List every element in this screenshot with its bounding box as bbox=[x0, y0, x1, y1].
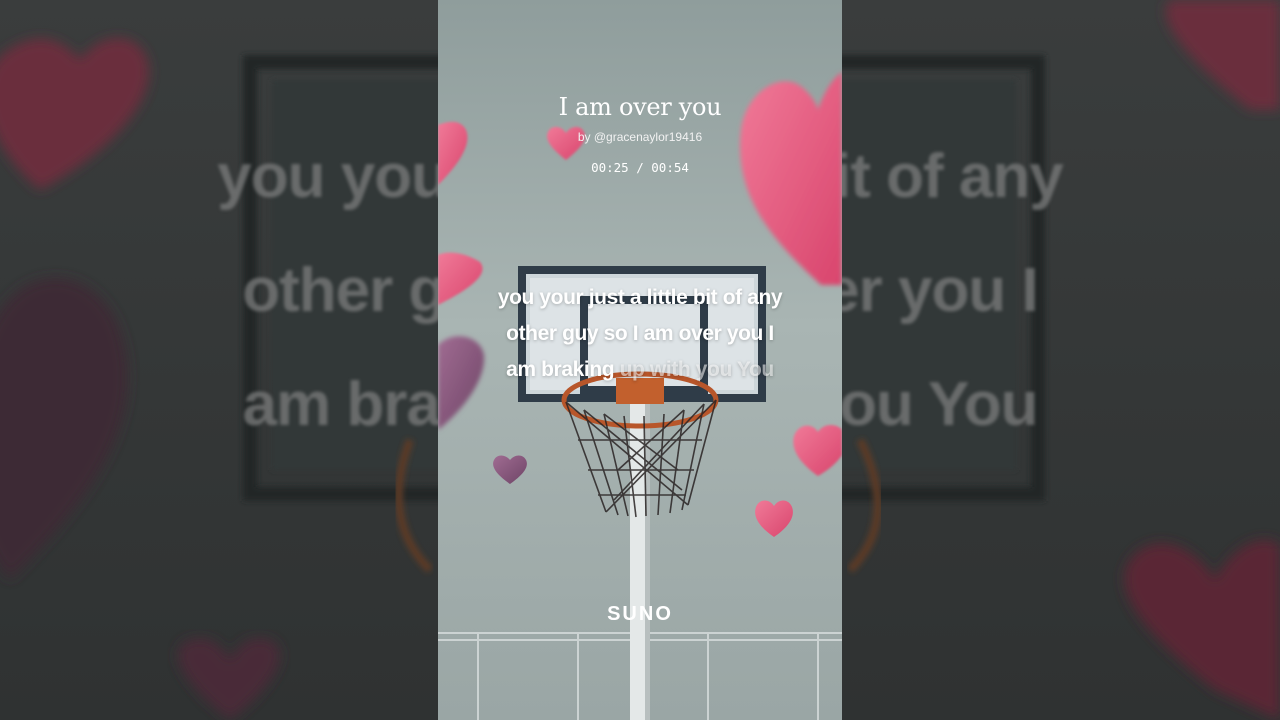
playback-time: 00:25 / 00:54 bbox=[591, 160, 689, 175]
video-frame[interactable]: I am over you by @gracenaylor19416 00:25… bbox=[438, 0, 842, 720]
lyrics-panel: you your just a little bit of any other … bbox=[458, 280, 822, 388]
lyric-line: you your just a little bit of any bbox=[497, 286, 783, 309]
song-title: I am over you bbox=[558, 93, 722, 121]
lyric-line-current: am braking up with you You bbox=[458, 352, 822, 388]
lyric-upcoming: up with you You bbox=[619, 358, 775, 381]
suno-logo: SUNO bbox=[607, 603, 673, 625]
artist-handle[interactable]: by @gracenaylor19416 bbox=[438, 130, 842, 144]
lyric-line: other guy so I am over you I bbox=[506, 322, 774, 345]
lyric-sung: am braking bbox=[506, 358, 615, 381]
